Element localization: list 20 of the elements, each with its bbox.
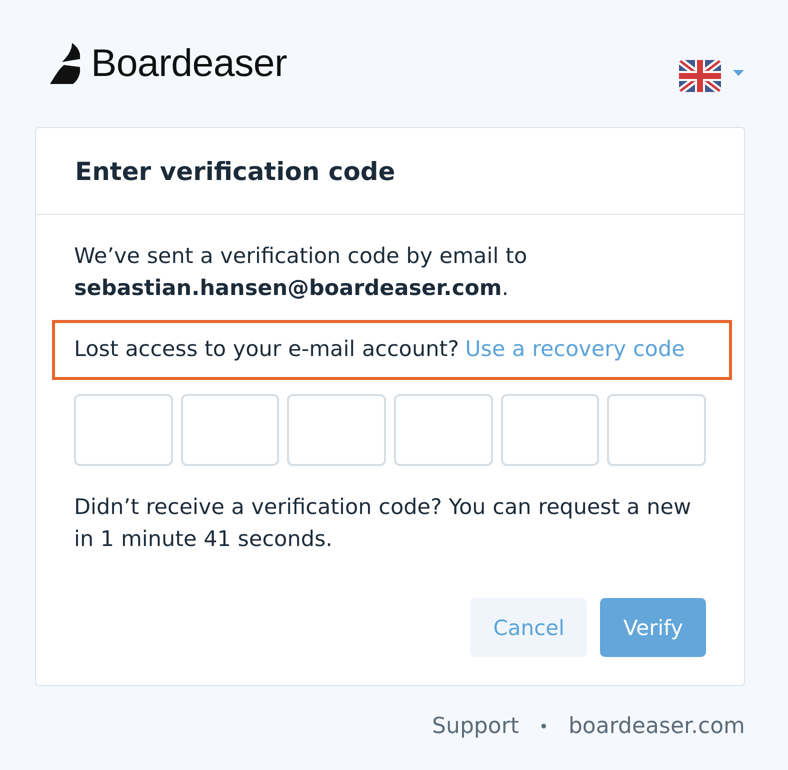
recovery-code-link[interactable]: Use a recovery code (465, 334, 685, 366)
code-digit-field[interactable] (607, 394, 706, 466)
code-digit-field[interactable] (74, 394, 173, 466)
logo-wordmark: Boardeaser (91, 42, 288, 86)
lost-access-question: Lost access to your e-mail account? (74, 336, 460, 364)
sent-message: We’ve sent a verification code by email to sebastian.hansen@boardeaser.com. (74, 243, 528, 303)
verify-button[interactable]: Verify (600, 598, 706, 657)
code-digit-field[interactable] (287, 394, 386, 466)
card-title: Enter verification code (75, 156, 396, 186)
support-link[interactable]: Support (432, 714, 519, 739)
cancel-button[interactable]: Cancel (470, 598, 588, 657)
code-digit-field[interactable] (394, 394, 493, 466)
language-selector[interactable] (679, 60, 744, 92)
separator-dot: • (539, 717, 548, 736)
website-link[interactable]: boardeaser.com (568, 714, 745, 739)
uk-flag-icon (679, 60, 721, 92)
resend-notice: Didn’t receive a verification code? You can request a new in 1 minute 41 seconds. (74, 494, 692, 554)
code-digit-field[interactable] (180, 394, 280, 466)
logo-mark-icon (50, 43, 80, 84)
code-digit-field[interactable] (500, 394, 600, 466)
